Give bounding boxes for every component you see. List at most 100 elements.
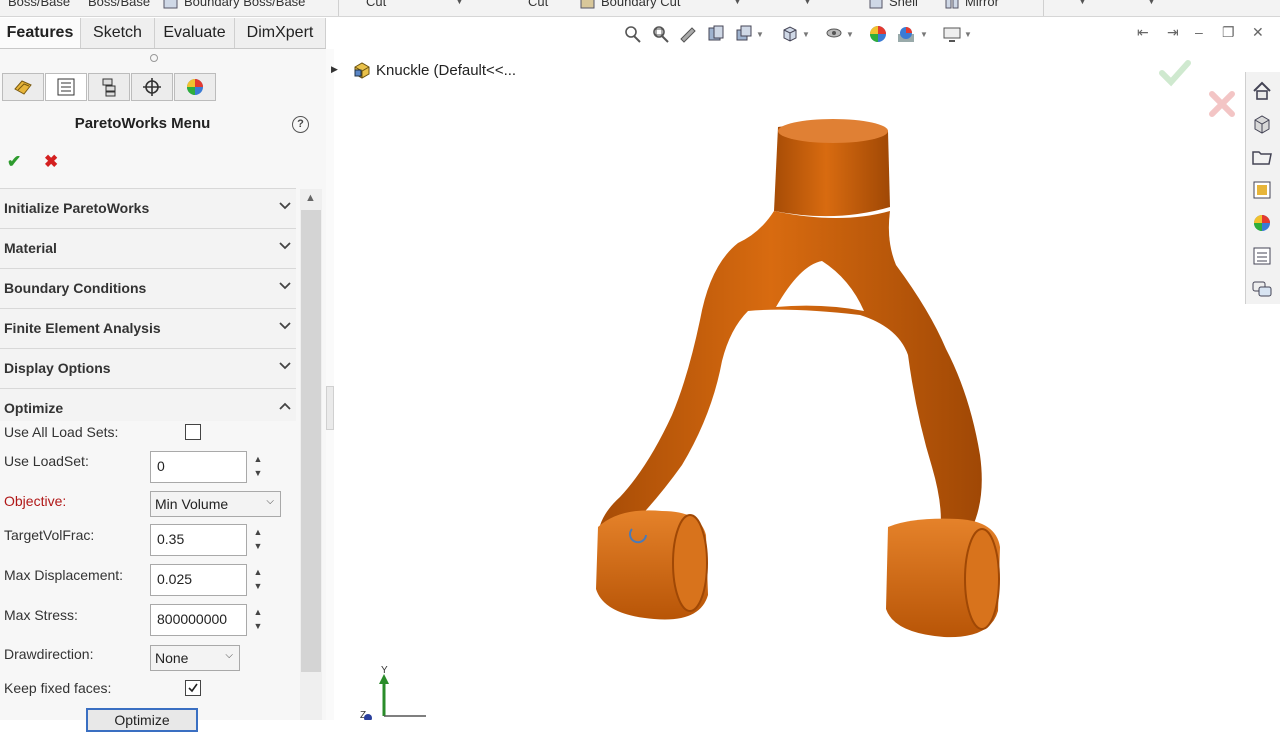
target-vol-frac-input[interactable]: 0.35 xyxy=(150,524,247,556)
chevron-down-icon xyxy=(279,362,291,370)
dimxpert-manager-tab[interactable] xyxy=(131,73,173,101)
chevron-up-icon xyxy=(279,402,291,410)
ribbon-item-cut-2[interactable]: Cut xyxy=(528,0,548,9)
design-library-icon[interactable] xyxy=(1251,113,1273,135)
chevron-down-icon xyxy=(279,322,291,330)
target-vol-frac-spinner[interactable]: ▲ ▼ xyxy=(251,525,265,555)
ribbon-label: Mirror xyxy=(965,0,999,9)
chevron-down-icon[interactable]: ▼ xyxy=(803,0,812,6)
tree-expand-arrow-icon[interactable]: ▶ xyxy=(331,64,338,75)
objective-select[interactable]: Min Volume ⌵ xyxy=(150,491,281,517)
group-initialize-paretoworks[interactable]: Initialize ParetoWorks xyxy=(0,188,296,228)
home-icon[interactable] xyxy=(1251,80,1273,102)
apply-scene-icon[interactable] xyxy=(896,24,916,44)
confirm-ok-icon[interactable] xyxy=(1158,58,1192,88)
panel-grip-handle[interactable] xyxy=(150,54,158,62)
chevron-down-icon[interactable]: ▼ xyxy=(1078,0,1087,6)
ok-check-icon[interactable]: ✔ xyxy=(7,152,21,172)
ribbon-item-boundary-cut[interactable]: Boundary Cut xyxy=(580,0,681,10)
ribbon-item-boss-base[interactable]: Boss/Base xyxy=(8,0,70,9)
forum-icon[interactable] xyxy=(1251,278,1273,300)
objective-label: Objective: xyxy=(4,493,67,509)
chevron-down-icon[interactable]: ▼ xyxy=(846,30,866,50)
panel-splitter[interactable] xyxy=(326,49,334,720)
group-finite-element-analysis[interactable]: Finite Element Analysis xyxy=(0,308,296,348)
ribbon-item-boundary-boss[interactable]: Boundary Boss/Base xyxy=(163,0,305,10)
triad-y-label: Y xyxy=(381,666,388,676)
chevron-down-icon[interactable]: ▼ xyxy=(756,30,776,50)
max-displacement-input[interactable]: 0.025 xyxy=(150,564,247,596)
use-all-load-sets-label: Use All Load Sets: xyxy=(4,424,119,440)
part-tree-label[interactable]: Knuckle (Default<<... xyxy=(376,62,516,79)
view-orientation-icon[interactable] xyxy=(734,24,754,44)
cancel-x-icon[interactable]: ✖ xyxy=(44,152,58,172)
zoom-to-fit-icon[interactable] xyxy=(622,24,642,44)
view-settings-icon[interactable] xyxy=(942,24,962,44)
group-boundary-conditions[interactable]: Boundary Conditions xyxy=(0,268,296,308)
appearances-scenes-icon[interactable] xyxy=(1251,212,1273,234)
chevron-down-icon xyxy=(279,242,291,250)
chevron-down-icon[interactable]: ▼ xyxy=(920,30,940,50)
chevron-down-icon[interactable]: ▼ xyxy=(802,30,822,50)
max-displacement-spinner[interactable]: ▲ ▼ xyxy=(251,565,265,595)
max-stress-input[interactable]: 800000000 xyxy=(150,604,247,636)
tab-sketch[interactable]: Sketch xyxy=(81,18,155,48)
ribbon-label: Cut xyxy=(366,0,387,9)
group-label: Optimize xyxy=(4,400,64,416)
section-view-icon[interactable] xyxy=(706,24,726,44)
edit-appearance-icon[interactable] xyxy=(868,24,888,44)
file-explorer-icon[interactable] xyxy=(1251,146,1273,168)
previous-view-icon[interactable] xyxy=(678,24,698,44)
max-stress-spinner[interactable]: ▲ ▼ xyxy=(251,605,265,635)
chevron-down-icon: ⌵ xyxy=(225,650,233,661)
display-style-icon[interactable] xyxy=(780,24,800,44)
ribbon-item-shell[interactable]: Shell xyxy=(868,0,918,10)
display-manager-tab[interactable] xyxy=(174,73,216,101)
zoom-to-area-icon[interactable] xyxy=(650,24,670,44)
confirm-cancel-icon[interactable] xyxy=(1206,88,1238,120)
custom-properties-icon[interactable] xyxy=(1251,245,1273,267)
feature-manager-tab[interactable] xyxy=(2,73,44,101)
use-loadset-label: Use LoadSet: xyxy=(4,453,89,469)
chevron-down-icon xyxy=(279,282,291,290)
tab-evaluate[interactable]: Evaluate xyxy=(155,18,235,48)
property-manager-tab[interactable] xyxy=(45,73,87,101)
close-icon[interactable]: ✕ xyxy=(1252,24,1264,41)
hide-show-items-icon[interactable] xyxy=(824,24,844,44)
keep-fixed-faces-checkbox[interactable] xyxy=(185,680,201,696)
maximize-icon[interactable]: ❐ xyxy=(1222,24,1235,41)
group-display-options[interactable]: Display Options xyxy=(0,348,296,388)
shell-icon xyxy=(869,0,883,9)
restore-right-icon[interactable]: ⇥ xyxy=(1167,24,1179,41)
chevron-down-icon[interactable]: ▼ xyxy=(964,30,984,50)
view-palette-icon[interactable] xyxy=(1251,179,1273,201)
drawdirection-select[interactable]: None ⌵ xyxy=(150,645,240,671)
configuration-manager-tab[interactable] xyxy=(88,73,130,101)
restore-down-left-icon[interactable]: ⇤ xyxy=(1137,24,1149,41)
chevron-down-icon[interactable]: ▼ xyxy=(733,0,742,6)
use-loadset-spinner[interactable]: ▲ ▼ xyxy=(251,452,265,482)
use-loadset-input[interactable]: 0 xyxy=(150,451,247,483)
configuration-icon xyxy=(102,78,116,97)
reference-triad: Y Z xyxy=(360,666,426,720)
splitter-handle[interactable] xyxy=(326,386,334,430)
tab-features[interactable]: Features xyxy=(0,18,81,48)
help-icon[interactable]: ? xyxy=(292,116,309,133)
group-optimize[interactable]: Optimize xyxy=(0,388,296,421)
ribbon-item-mirror[interactable]: Mirror xyxy=(944,0,999,10)
knuckle-part-model[interactable] xyxy=(560,115,1030,655)
tab-dimxpert[interactable]: DimXpert xyxy=(235,18,326,48)
ribbon-item-cut[interactable]: Cut xyxy=(366,0,386,9)
ribbon-item-boss-base-2[interactable]: Boss/Base xyxy=(88,0,150,9)
use-all-load-sets-checkbox[interactable] xyxy=(185,424,201,440)
chevron-down-icon[interactable]: ▼ xyxy=(1147,0,1156,6)
group-material[interactable]: Material xyxy=(0,228,296,268)
optimize-button[interactable]: Optimize xyxy=(86,708,198,732)
scrollbar-thumb[interactable] xyxy=(301,210,321,672)
chevron-down-icon: ⌵ xyxy=(266,496,274,507)
ribbon-separator xyxy=(1043,0,1044,16)
scroll-up-arrow-icon[interactable]: ▲ xyxy=(305,192,316,204)
max-stress-label: Max Stress: xyxy=(4,607,78,623)
minimize-icon[interactable]: – xyxy=(1195,24,1203,40)
chevron-down-icon[interactable]: ▼ xyxy=(455,0,464,6)
